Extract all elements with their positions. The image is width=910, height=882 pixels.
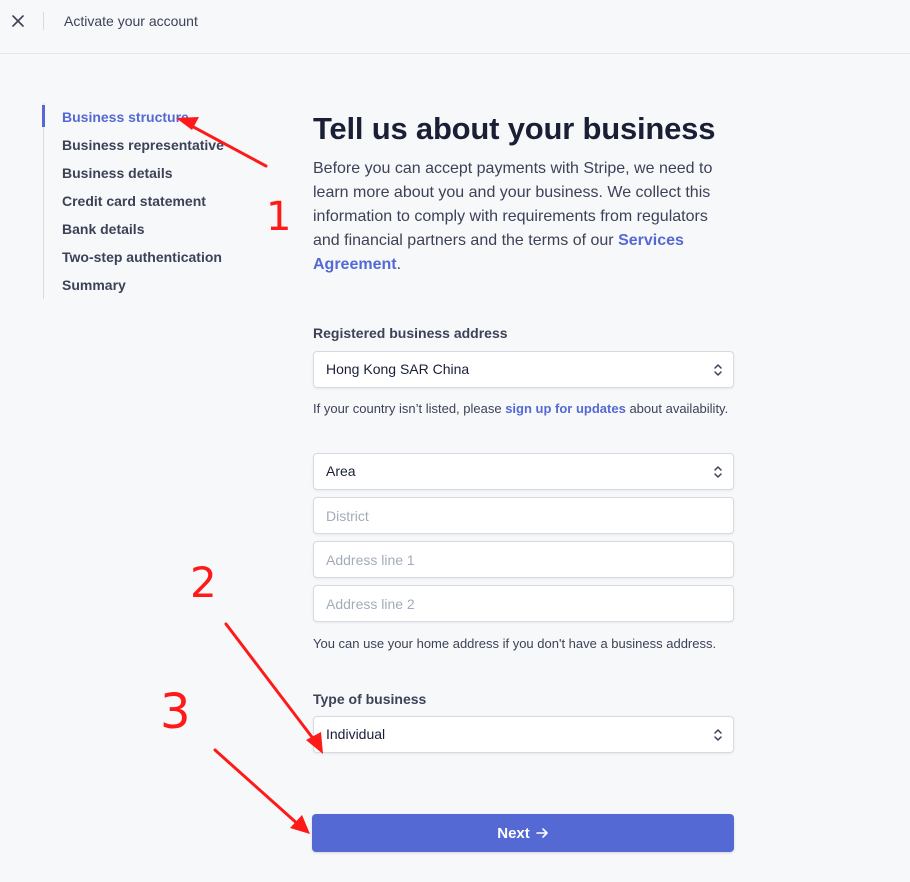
close-icon [12,15,24,27]
annotation-arrow-3 [213,748,310,834]
nav-item-summary[interactable]: Summary [44,271,263,299]
top-bar: Activate your account [0,0,910,54]
onboarding-steps-nav: Business structure Business representati… [42,103,263,299]
page-title: Tell us about your business [313,111,716,146]
annotation-number-2: 2 [190,558,217,607]
area-select[interactable]: Area [313,453,734,490]
nav-item-business-structure[interactable]: Business structure [42,103,263,131]
country-value: Hong Kong SAR China [326,361,470,377]
nav-item-business-details[interactable]: Business details [44,159,263,187]
nav-item-credit-card-statement[interactable]: Credit card statement [44,187,263,215]
business-type-label: Type of business [313,691,427,707]
business-type-select[interactable]: Individual [313,716,734,753]
intro-paragraph: Before you can accept payments with Stri… [313,157,734,277]
chevron-up-down-icon [714,364,722,376]
chevron-up-down-icon [714,729,722,741]
nav-item-business-representative[interactable]: Business representative [44,131,263,159]
close-button[interactable] [8,11,28,31]
nav-item-two-step-authentication[interactable]: Two-step authentication [44,243,263,271]
topbar-divider [43,12,44,30]
chevron-up-down-icon [714,466,722,478]
annotation-label-3: 3 [160,684,191,740]
annotation-number-3: 3 [160,684,191,740]
address-line-2-input[interactable] [313,585,734,622]
nav-item-bank-details[interactable]: Bank details [44,215,263,243]
annotation-arrow-2 [224,622,323,754]
business-type-section: Type of business Individual [313,689,734,753]
country-hint-suffix: about availability. [625,401,729,416]
page-header-title: Activate your account [64,13,198,29]
address-line-1-input[interactable] [313,541,734,578]
country-select[interactable]: Hong Kong SAR China [313,351,734,388]
sign-up-for-updates-link[interactable]: sign up for updates [505,401,626,416]
business-form: Tell us about your business Before you c… [313,108,734,753]
arrow-right-icon [535,828,548,838]
annotation-number-1: 1 [266,194,291,240]
district-input[interactable] [313,497,734,534]
annotation-label-1: 1 [266,194,291,240]
business-type-value: Individual [326,726,386,742]
area-value: Area [326,463,356,479]
address-section: Registered business address Hong Kong SA… [313,323,734,654]
country-hint: If your country isn’t listed, please sig… [313,399,734,419]
home-address-hint: You can use your home address if you don… [313,636,717,651]
next-button[interactable]: Next [312,814,734,852]
address-label: Registered business address [313,325,508,341]
country-hint-prefix: If your country isn’t listed, please [313,401,506,416]
next-button-label: Next [497,824,530,842]
annotation-label-2: 2 [190,558,217,607]
intro-end: . [396,256,402,273]
